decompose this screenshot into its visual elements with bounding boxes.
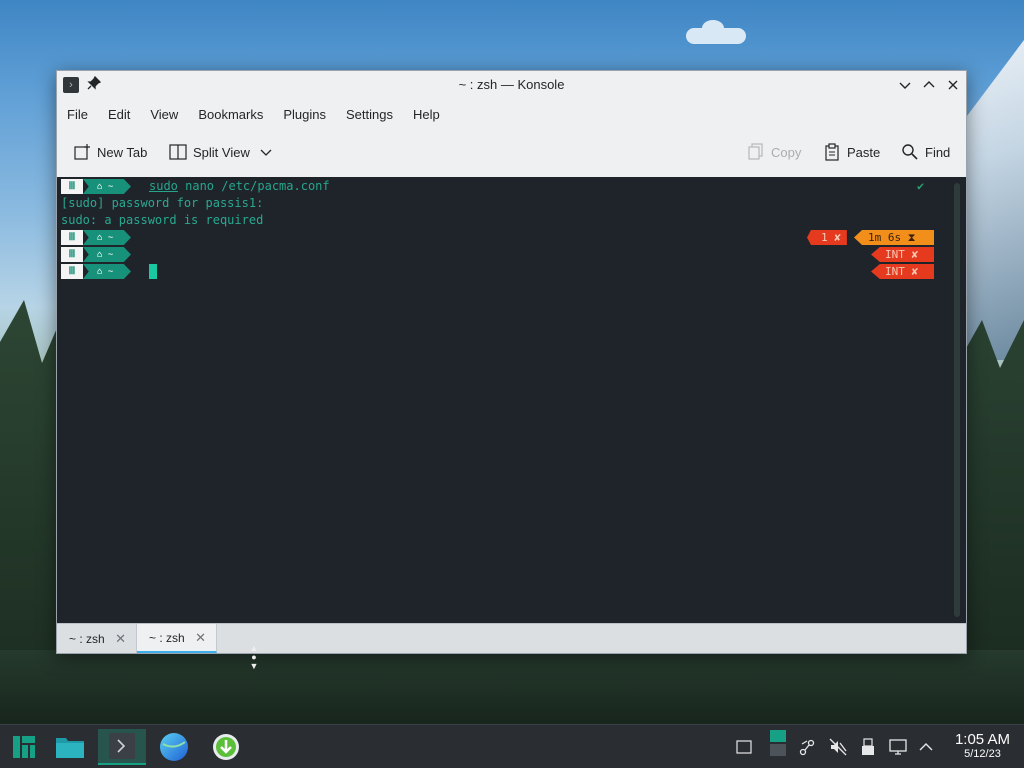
display-icon[interactable] [888, 737, 908, 757]
folder-icon [56, 738, 84, 758]
new-tab-icon [74, 144, 90, 160]
tab-zsh-1[interactable]: ~ : zsh ✕ [57, 624, 137, 653]
prompt-path: ⌂ ~ [83, 230, 131, 245]
chevron-down-icon [899, 82, 911, 89]
chevron-down-icon [260, 149, 272, 156]
chevron-up-icon[interactable] [916, 737, 936, 757]
chevron-up-icon [923, 81, 935, 88]
taskbar: 1:05 AM 5/12/23 [0, 724, 1024, 768]
manjaro-logo-icon [13, 736, 35, 758]
paste-icon [825, 143, 839, 161]
web-browser-button[interactable] [150, 729, 198, 765]
pager-icon[interactable] [768, 730, 788, 756]
terminal-view[interactable]: Ⅲ ⌂ ~ sudo nano /etc/pacma.conf ✔ [sudo]… [57, 177, 966, 623]
window-title: ~ : zsh — Konsole [458, 77, 565, 92]
prompt: Ⅲ ⌂ ~ [61, 247, 131, 262]
minimize-button[interactable] [895, 75, 915, 95]
paste-button[interactable]: Paste [823, 143, 880, 161]
command-text: sudo nano /etc/pacma.conf [149, 179, 330, 194]
konsole-task-button[interactable] [98, 729, 146, 765]
close-button[interactable] [943, 75, 963, 95]
volume-muted-icon[interactable] [828, 737, 848, 757]
close-icon [948, 80, 958, 90]
menu-settings[interactable]: Settings [346, 107, 393, 122]
new-tab-label: New Tab [97, 144, 148, 160]
find-button[interactable]: Find [901, 143, 950, 161]
tab-label: ~ : zsh [69, 631, 105, 646]
split-view-button[interactable]: Split View [169, 143, 272, 161]
network-icon[interactable] [798, 737, 818, 757]
menu-bookmarks[interactable]: Bookmarks [198, 107, 263, 122]
mouse-cursor-icon: ▲ ● ▼ [249, 643, 259, 671]
exit-status-badge: 1 ✘ [807, 230, 847, 245]
clock-date: 5/12/23 [964, 748, 1001, 760]
close-tab-icon[interactable]: ✕ [195, 630, 206, 646]
tab-bar: ~ : zsh ✕ ~ : zsh ✕ [57, 623, 966, 653]
globe-icon [160, 733, 188, 761]
usb-device-icon[interactable] [858, 737, 878, 757]
success-check-icon: ✔ [917, 179, 925, 193]
cloud-decoration [686, 20, 746, 44]
menu-plugins[interactable]: Plugins [283, 107, 326, 122]
maximize-button[interactable] [919, 75, 939, 95]
prompt: Ⅲ ⌂ ~ [61, 230, 131, 245]
file-manager-button[interactable] [46, 729, 94, 765]
prompt: Ⅲ ⌂ ~ [61, 264, 131, 279]
menu-file[interactable]: File [67, 107, 88, 122]
manjaro-icon: Ⅲ [61, 179, 83, 194]
output-line: [sudo] password for passis1: [61, 196, 264, 210]
search-icon [902, 144, 918, 160]
output-line: sudo: a password is required [61, 213, 264, 227]
tab-zsh-2[interactable]: ~ : zsh ✕ [137, 624, 217, 653]
copy-icon [748, 143, 763, 160]
menu-help[interactable]: Help [413, 107, 440, 122]
menu-bar: File Edit View Bookmarks Plugins Setting… [57, 99, 966, 129]
forest-bottom-decoration [0, 650, 1024, 730]
text-cursor [149, 264, 157, 279]
split-view-icon [169, 144, 187, 160]
prompt-path: ⌂ ~ [83, 247, 131, 262]
konsole-window: › ~ : zsh — Konsole File Edit View Bookm… [56, 70, 967, 654]
manjaro-icon: Ⅲ [61, 247, 83, 262]
menu-view[interactable]: View [150, 107, 178, 122]
interrupt-badge: INT ✘ [871, 247, 934, 262]
menu-edit[interactable]: Edit [108, 107, 130, 122]
copy-label: Copy [771, 144, 802, 160]
download-icon [213, 734, 239, 760]
software-manager-button[interactable] [202, 729, 250, 765]
application-launcher-button[interactable] [0, 729, 48, 765]
find-label: Find [925, 144, 951, 160]
manjaro-icon: Ⅲ [61, 230, 83, 245]
command-args: nano /etc/pacma.conf [177, 179, 330, 193]
prompt-path: ⌂ ~ [83, 179, 131, 194]
command-sudo: sudo [149, 179, 178, 193]
manjaro-icon: Ⅲ [61, 264, 83, 279]
toolbar: New Tab Split View Copy Paste Find [57, 129, 966, 177]
prompt-path: ⌂ ~ [83, 264, 131, 279]
title-bar[interactable]: › ~ : zsh — Konsole [57, 71, 966, 99]
duration-badge: 1m 6s ⧗ [854, 230, 934, 245]
close-tab-icon[interactable]: ✕ [115, 631, 126, 647]
terminal-icon [109, 733, 135, 759]
clock-time: 1:05 AM [954, 731, 1010, 748]
tab-label: ~ : zsh [149, 630, 185, 645]
prompt: Ⅲ ⌂ ~ [61, 179, 131, 194]
new-tab-button[interactable]: New Tab [73, 143, 147, 161]
copy-button[interactable]: Copy [747, 143, 801, 161]
digital-clock[interactable]: 1:05 AM 5/12/23 [955, 731, 1010, 760]
paste-label: Paste [847, 144, 881, 160]
show-desktop-icon[interactable] [734, 737, 754, 757]
scrollbar[interactable] [954, 183, 960, 617]
split-view-label: Split View [193, 144, 250, 160]
interrupt-badge: INT ✘ [871, 264, 934, 279]
